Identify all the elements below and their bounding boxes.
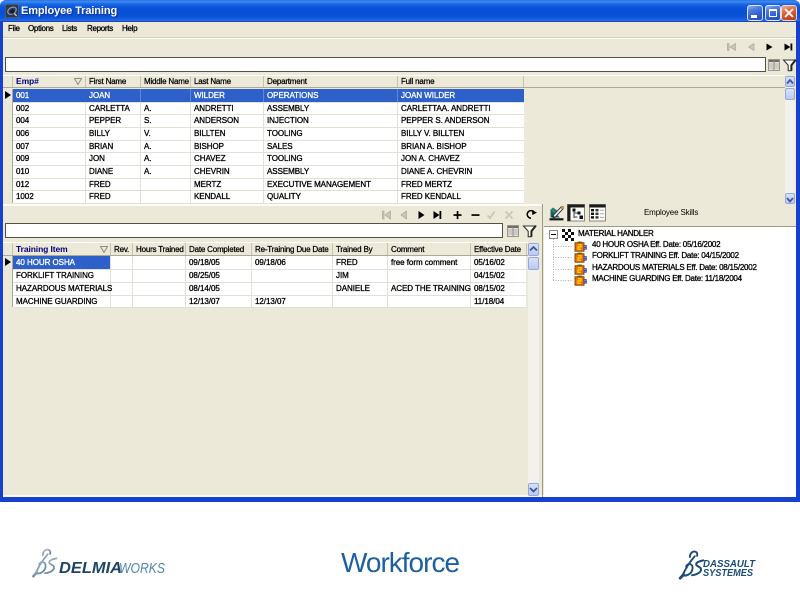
svg-text:DELMIA: DELMIA — [59, 560, 122, 577]
svg-text:SYSTEMES: SYSTEMES — [703, 568, 753, 579]
svg-text:WORKS: WORKS — [119, 560, 165, 577]
